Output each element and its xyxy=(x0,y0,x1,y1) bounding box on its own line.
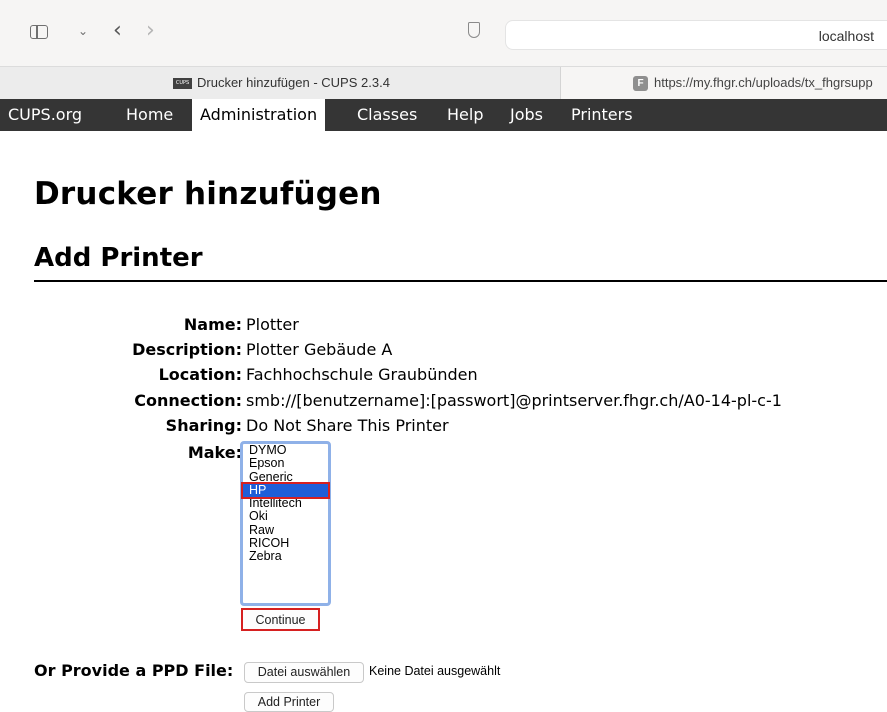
address-text: localhost xyxy=(818,28,874,44)
chevron-down-icon[interactable]: ⌄ xyxy=(78,24,88,38)
forward-icon[interactable]: › xyxy=(146,18,155,43)
no-file-text: Keine Datei ausgewählt xyxy=(369,664,501,678)
location-row: Location: Fachhochschule Graubünden xyxy=(0,365,887,387)
choose-file-button[interactable]: Datei auswählen xyxy=(244,662,364,683)
make-option-hp[interactable]: HP xyxy=(241,481,330,500)
tab-bar: CUPS Drucker hinzufügen - CUPS 2.3.4 F h… xyxy=(0,66,887,99)
section-divider xyxy=(34,280,887,282)
name-row: Name: Plotter xyxy=(0,315,887,337)
description-label: Description: xyxy=(132,340,242,359)
connection-label: Connection: xyxy=(134,391,242,410)
make-option-ricoh[interactable]: RICOH xyxy=(243,536,328,550)
nav-jobs[interactable]: Jobs xyxy=(510,99,543,131)
location-label: Location: xyxy=(158,365,242,384)
sharing-row: Sharing: Do Not Share This Printer xyxy=(0,416,887,438)
make-option-epson[interactable]: Epson xyxy=(243,456,328,470)
location-value: Fachhochschule Graubünden xyxy=(246,365,478,384)
sharing-value: Do Not Share This Printer xyxy=(246,416,449,435)
continue-button[interactable]: Continue xyxy=(241,608,320,631)
address-bar[interactable]: localhost xyxy=(505,20,887,50)
cups-favicon-icon: CUPS xyxy=(173,78,192,89)
make-option-zebra[interactable]: Zebra xyxy=(243,550,328,564)
make-select-list[interactable]: DYMO Epson Generic HP Intellitech Oki Ra… xyxy=(240,441,331,606)
fhgr-favicon-icon: F xyxy=(633,76,648,91)
connection-value: smb://[benutzername]:[passwort]@printser… xyxy=(246,391,782,410)
add-printer-button[interactable]: Add Printer xyxy=(244,692,334,712)
ppd-file-label: Or Provide a PPD File: xyxy=(34,661,234,680)
make-option-oki[interactable]: Oki xyxy=(243,510,328,524)
make-option-raw[interactable]: Raw xyxy=(243,523,328,537)
section-title: Add Printer xyxy=(34,243,203,273)
make-option-generic[interactable]: Generic xyxy=(243,470,328,484)
make-option-dymo[interactable]: DYMO xyxy=(243,443,328,457)
make-label: Make: xyxy=(187,443,242,462)
tab-cups[interactable]: CUPS Drucker hinzufügen - CUPS 2.3.4 xyxy=(0,67,560,99)
back-icon[interactable]: ‹ xyxy=(113,18,122,43)
name-label: Name: xyxy=(183,315,242,334)
description-value: Plotter Gebäude A xyxy=(246,340,393,359)
name-value: Plotter xyxy=(246,315,299,334)
cups-navigation: CUPS.org Home Administration Classes Hel… xyxy=(0,99,887,131)
sharing-label: Sharing: xyxy=(165,416,242,435)
connection-row: Connection: smb://[benutzername]:[passwo… xyxy=(0,391,887,413)
privacy-shield-icon[interactable] xyxy=(468,22,480,38)
nav-administration[interactable]: Administration xyxy=(192,99,326,131)
sidebar-toggle-icon[interactable] xyxy=(30,25,48,39)
nav-help[interactable]: Help xyxy=(447,99,483,131)
description-row: Description: Plotter Gebäude A xyxy=(0,340,887,362)
nav-classes[interactable]: Classes xyxy=(357,99,417,131)
nav-cups-org[interactable]: CUPS.org xyxy=(8,99,82,131)
tab-fhgr[interactable]: F https://my.fhgr.ch/uploads/tx_fhgrsupp xyxy=(561,67,887,99)
nav-home[interactable]: Home xyxy=(126,99,173,131)
make-option-intellitech[interactable]: Intellitech xyxy=(243,496,328,510)
tab-title: Drucker hinzufügen - CUPS 2.3.4 xyxy=(197,75,390,90)
nav-printers[interactable]: Printers xyxy=(571,99,633,131)
page-title: Drucker hinzufügen xyxy=(34,176,382,212)
tab-title: https://my.fhgr.ch/uploads/tx_fhgrsupp xyxy=(654,75,873,90)
browser-toolbar: ⌄ ‹ › localhost xyxy=(0,0,887,66)
